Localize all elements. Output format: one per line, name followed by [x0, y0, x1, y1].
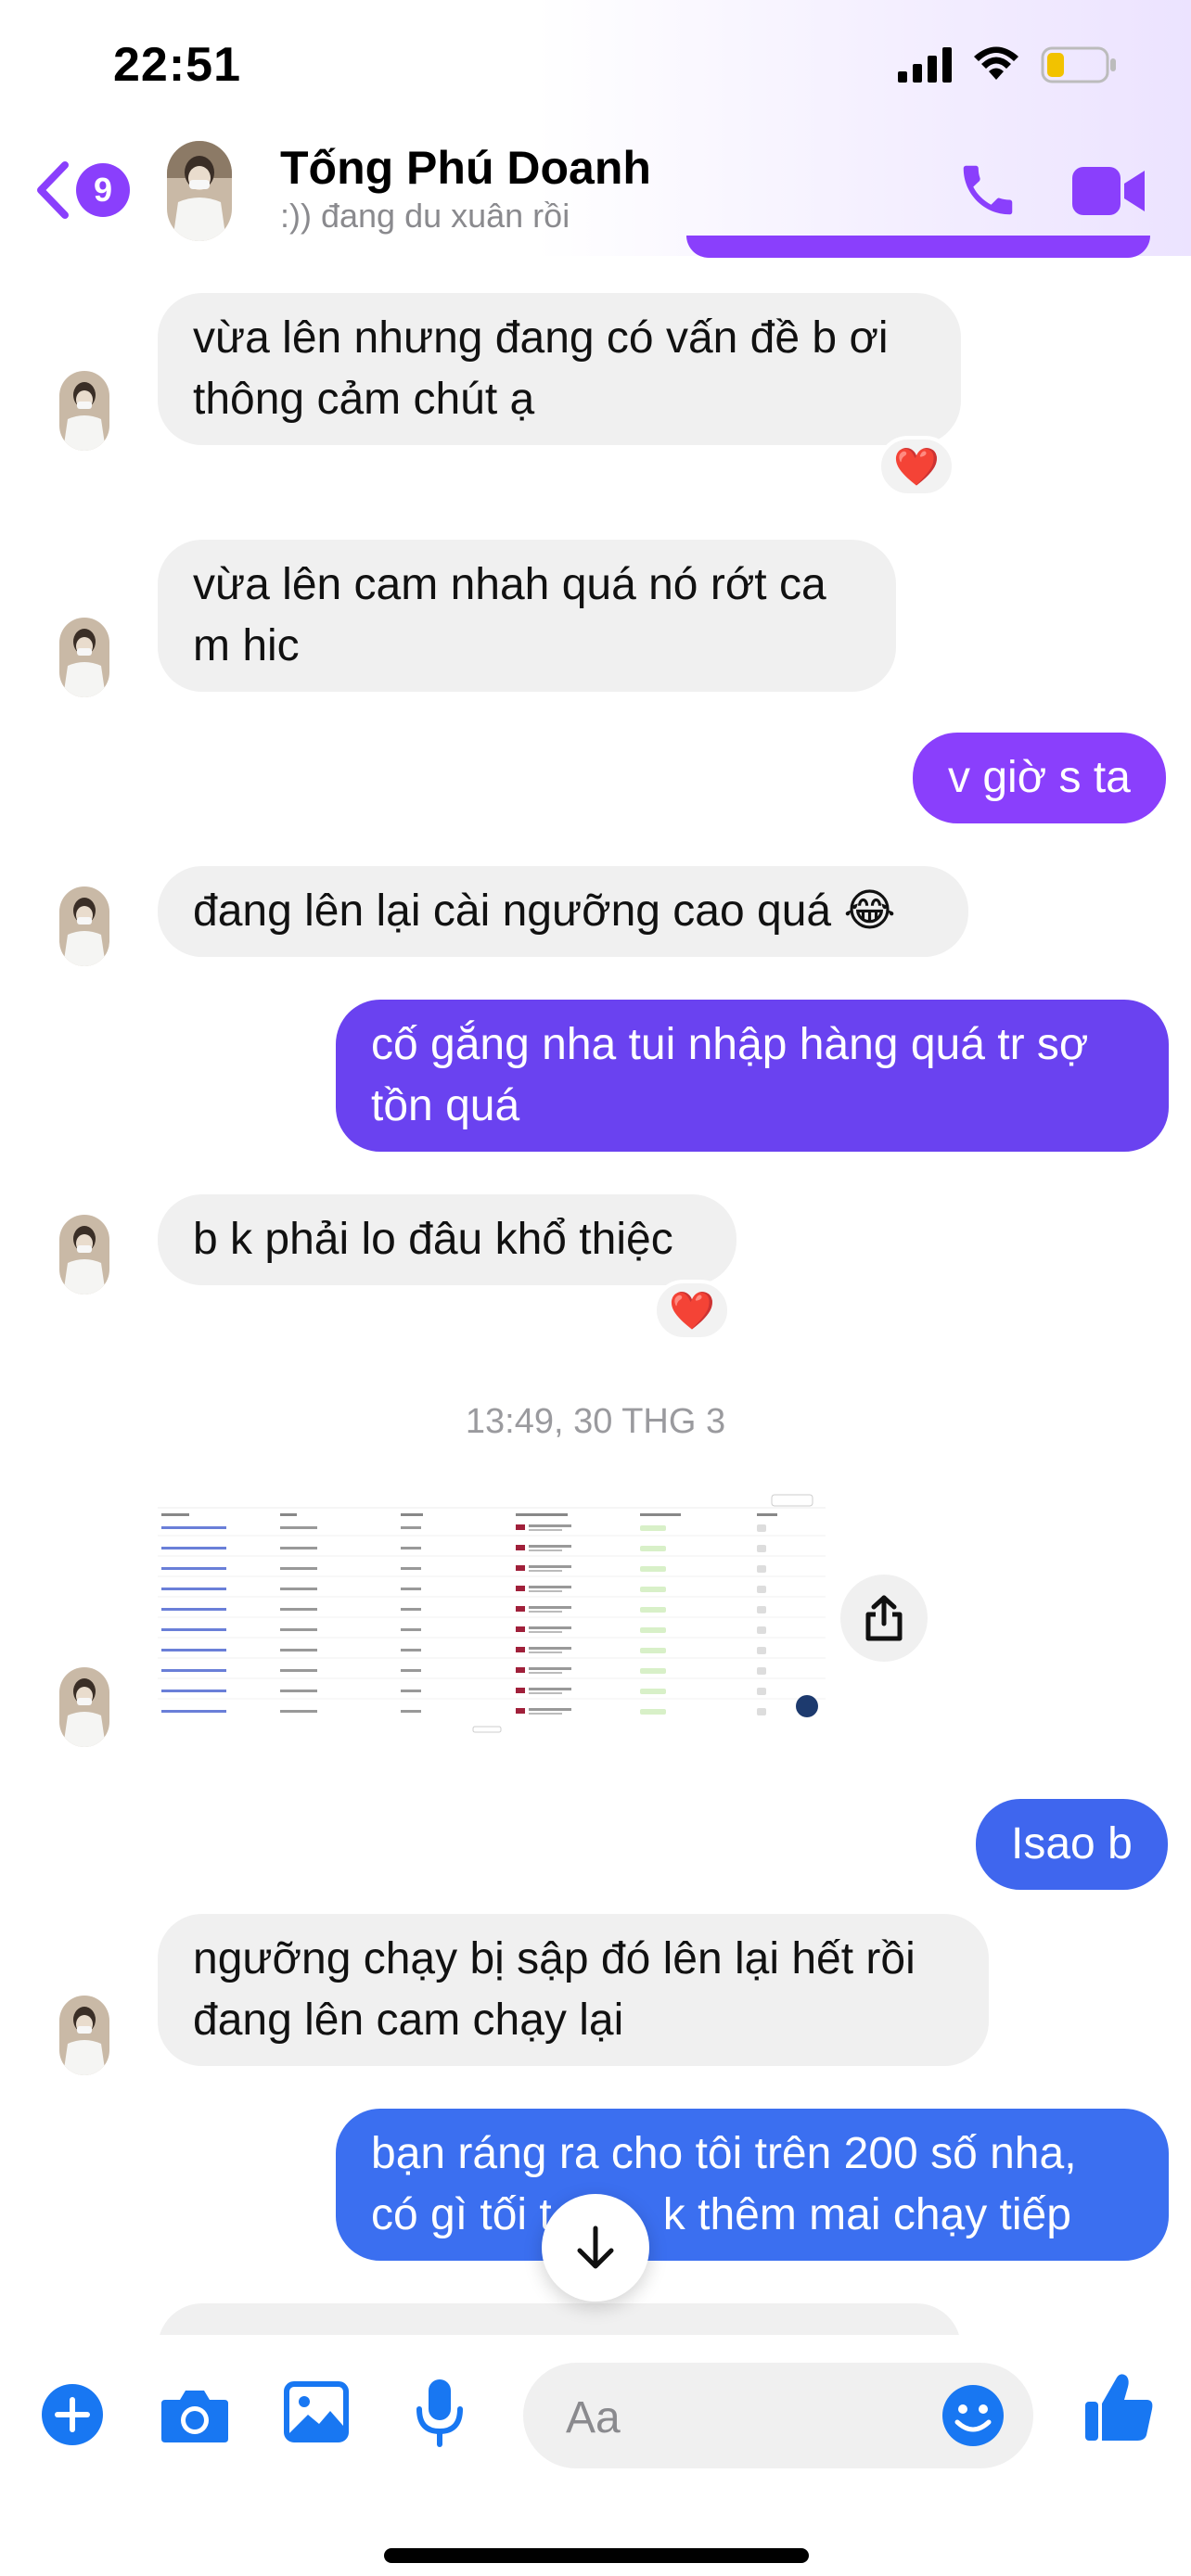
message-bubble-incoming[interactable]: vừa lên nhưng đang có vấn đề b ơi thông …: [158, 293, 961, 445]
unread-count-badge: 9: [76, 163, 130, 217]
message-input-placeholder: Aa: [566, 2393, 621, 2442]
sender-avatar[interactable]: [59, 371, 109, 451]
sender-avatar[interactable]: [59, 618, 109, 697]
image-icon: [284, 2381, 349, 2442]
timestamp-separator: 13:49, 30 THG 3: [465, 1402, 726, 1441]
video-camera-icon: [1072, 167, 1145, 215]
microphone-icon: [416, 2379, 463, 2447]
heart-reaction[interactable]: ❤️: [653, 1280, 731, 1341]
camera-icon: [161, 2391, 228, 2442]
message-text: m hic: [193, 621, 300, 670]
contact-name[interactable]: Tống Phú Doanh: [280, 141, 651, 195]
emoji-icon: [942, 2385, 1004, 2446]
heart-reaction[interactable]: ❤️: [877, 436, 955, 497]
message-bubble-outgoing[interactable]: v giờ s ta: [913, 733, 1166, 823]
message-text: ngưỡng chạy bị sập đó lên lại hết rồi: [193, 1934, 916, 1983]
message-text: tồn quá: [371, 1081, 520, 1130]
signal-icon: [898, 47, 952, 83]
previous-message-edge: [686, 236, 1150, 258]
message-text: v giờ s ta: [948, 753, 1131, 802]
message-text: bạn ráng ra cho tôi trên 200 số nha,: [371, 2129, 1077, 2178]
home-indicator: [384, 2548, 809, 2563]
scroll-to-bottom-button[interactable]: [542, 2194, 649, 2302]
gallery-button[interactable]: [284, 2381, 349, 2447]
message-text: đang lên lại cài ngưỡng cao quá 😂: [193, 886, 896, 936]
plus-icon: [42, 2384, 103, 2445]
status-icons: [898, 46, 1117, 83]
sender-avatar[interactable]: [59, 1215, 109, 1294]
arrow-down-icon: [577, 2225, 614, 2269]
heart-icon: ❤️: [669, 1290, 715, 1332]
message-composer: Aa: [0, 2335, 1191, 2576]
message-text: vừa lên cam nhah quá nó rớt ca: [193, 560, 826, 609]
thumbs-up-icon: [1085, 2374, 1153, 2441]
wifi-icon: [974, 46, 1018, 80]
message-bubble-outgoing[interactable]: bạn ráng ra cho tôi trên 200 số nha, có …: [336, 2109, 1169, 2261]
image-attachment[interactable]: [158, 1493, 826, 1736]
message-bubble-incoming[interactable]: ngưỡng chạy bị sập đó lên lại hết rồi đa…: [158, 1914, 989, 2066]
share-icon: [865, 1595, 903, 1641]
sender-avatar[interactable]: [59, 1667, 109, 1747]
voice-call-button[interactable]: [955, 158, 1020, 223]
emoji-button[interactable]: [941, 2383, 1005, 2448]
contact-status: :)) đang du xuân rồi: [280, 197, 570, 235]
message-text: b k phải lo đâu khổ thiệc: [193, 1215, 673, 1264]
message-bubble-outgoing[interactable]: cố gắng nha tui nhập hàng quá tr sợ tồn …: [336, 1000, 1169, 1152]
voice-message-button[interactable]: [414, 2378, 466, 2453]
camera-button[interactable]: [160, 2387, 230, 2449]
back-button[interactable]: 9: [33, 158, 134, 223]
status-bar: 22:51: [0, 0, 1191, 130]
message-text: cố gắng nha tui nhập hàng quá tr sợ: [371, 1020, 1089, 1069]
heart-icon: ❤️: [893, 446, 940, 488]
message-bubble-incoming[interactable]: vừa lên cam nhah quá nó rớt ca m hic: [158, 540, 896, 692]
battery-icon: [1041, 46, 1116, 83]
contact-avatar[interactable]: [167, 141, 232, 241]
message-text: thông cảm chút ạ: [193, 375, 535, 424]
add-button[interactable]: [41, 2383, 104, 2451]
like-button[interactable]: [1083, 2370, 1154, 2449]
phone-icon: [963, 165, 1013, 215]
message-bubble-incoming[interactable]: b k phải lo đâu khổ thiệc: [158, 1194, 736, 1285]
message-text: có gì tối tk thêm mai chạy tiếp: [371, 2190, 1071, 2239]
message-bubble-incoming[interactable]: đang lên lại cài ngưỡng cao quá 😂: [158, 866, 968, 957]
spreadsheet-screenshot-image: [158, 1493, 826, 1736]
message-input[interactable]: Aa: [523, 2363, 1033, 2468]
video-call-button[interactable]: [1072, 165, 1146, 217]
chevron-left-icon: [37, 161, 69, 219]
message-text: đang lên cam chạy lại: [193, 1996, 624, 2045]
message-text: Isao b: [1011, 1819, 1133, 1868]
message-text: vừa lên nhưng đang có vấn đề b ơi: [193, 313, 889, 363]
message-bubble-outgoing[interactable]: Isao b: [976, 1799, 1168, 1890]
share-button[interactable]: [840, 1575, 928, 1662]
status-time: 22:51: [113, 38, 241, 92]
sender-avatar[interactable]: [59, 886, 109, 966]
sender-avatar[interactable]: [59, 1996, 109, 2075]
